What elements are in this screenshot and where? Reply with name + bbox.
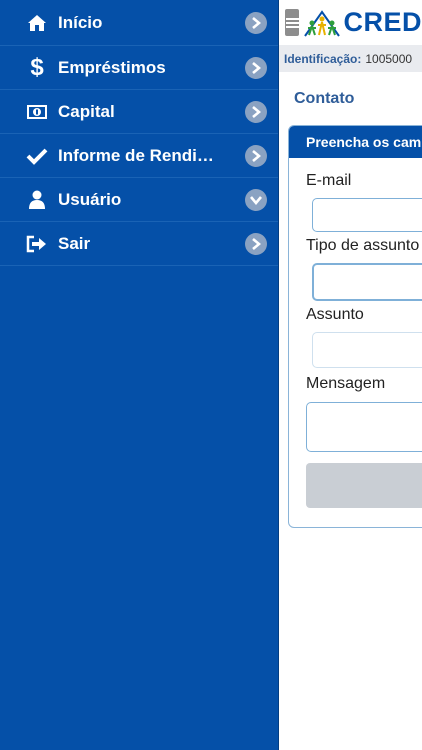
email-field[interactable]	[312, 198, 422, 232]
top-bar: CRED	[279, 0, 422, 45]
hamburger-menu-button[interactable]	[285, 9, 300, 36]
chevron-right-icon	[245, 232, 267, 255]
chevron-right-icon	[245, 56, 267, 79]
dollar-icon: $	[30, 53, 44, 81]
subject-type-select[interactable]	[312, 263, 422, 301]
main-content: CRED Identificação: 1005000 Contato Pree…	[279, 0, 422, 750]
hamburger-line	[285, 25, 299, 28]
user-icon	[26, 189, 48, 211]
sidebar-item-label: Informe de Rendimentos	[58, 145, 230, 165]
identification-value: 1005000	[365, 51, 413, 66]
hamburger-line	[285, 21, 299, 24]
logo-text: CRED	[343, 7, 422, 37]
chevron-down-icon	[245, 188, 267, 211]
sidebar-item-capital[interactable]: Capital	[0, 90, 278, 134]
submit-button[interactable]	[306, 463, 422, 508]
contact-form-panel: Preencha os campos E-mail Tipo de assunt…	[288, 125, 422, 528]
app-root: Início $ Empréstimos Capital Informe de …	[0, 0, 422, 750]
message-label: Mensagem	[306, 375, 386, 392]
sidebar-item-inicio[interactable]: Início	[0, 0, 278, 46]
sidebar-item-informe-de-rendimentos[interactable]: Informe de Rendimentos	[0, 134, 278, 178]
home-icon	[26, 12, 48, 34]
sidebar-item-sair[interactable]: Sair	[0, 222, 278, 266]
message-textarea[interactable]	[306, 402, 422, 452]
form-heading: Preencha os campos	[289, 126, 422, 158]
logo-figures-icon	[304, 9, 341, 37]
subject-field[interactable]	[312, 332, 422, 368]
chevron-right-icon	[245, 11, 267, 34]
identification-label: Identificação:	[284, 51, 362, 66]
identification-bar: Identificação: 1005000	[279, 45, 422, 72]
money-bill-icon	[26, 101, 48, 123]
subject-label: Assunto	[306, 306, 364, 323]
hamburger-line	[285, 17, 299, 20]
sidebar-item-usuario[interactable]: Usuário	[0, 178, 278, 222]
chevron-right-icon	[245, 100, 267, 123]
logo: CRED	[303, 7, 422, 38]
page-title: Contato	[294, 90, 355, 107]
sidebar: Início $ Empréstimos Capital Informe de …	[0, 0, 279, 750]
chevron-right-icon	[245, 144, 267, 167]
sign-out-icon	[26, 233, 48, 255]
checkmark-icon	[26, 145, 48, 167]
subject-type-label: Tipo de assunto	[306, 237, 420, 254]
sidebar-item-emprestimos[interactable]: $ Empréstimos	[0, 46, 278, 90]
email-label: E-mail	[306, 172, 352, 189]
